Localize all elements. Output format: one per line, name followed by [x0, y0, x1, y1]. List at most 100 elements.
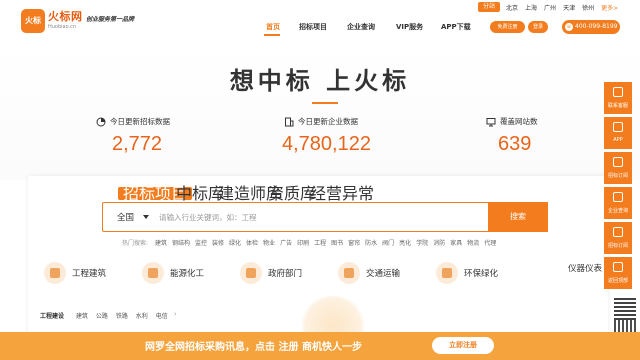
nav-active-underline	[264, 34, 280, 36]
slogan: 创业服务第一品牌	[86, 16, 135, 23]
banner-register-button[interactable]: 立即注册	[432, 337, 494, 354]
sidebar-label: 联系客服	[607, 103, 628, 109]
sidebar-contact-service[interactable]: 联系客服	[604, 82, 632, 114]
hot-keyword[interactable]: 钢结构	[172, 240, 190, 247]
sub-category-row: 工程建设 建筑 公路 铁路 水利 电信	[40, 311, 174, 320]
top-icon	[613, 262, 623, 272]
hot-keyword[interactable]: 绿化	[229, 240, 241, 247]
logo-url: Huobiao.cn	[48, 24, 77, 30]
tab-abnormal-operations[interactable]: 经营异常	[310, 186, 374, 202]
nav-tender-projects[interactable]: 招标项目	[299, 22, 327, 32]
city-link[interactable]: 天津	[563, 3, 575, 12]
hot-searches: 热门搜索: 建筑 钢结构 监控 装修 绿化 体检 物业 广告 印刷 工程 图书 窗帘 防水 阀门 亮化 学院消…	[122, 238, 496, 247]
sidebar-company-search[interactable]: 企业查询	[604, 187, 632, 219]
stat-value: 639	[498, 133, 532, 155]
hot-keyword[interactable]: 图书	[331, 240, 343, 247]
logo-mark[interactable]: 火标	[21, 9, 45, 33]
city-link[interactable]: 广州	[544, 3, 556, 12]
environment-icon	[436, 262, 458, 284]
energy-icon	[142, 262, 164, 284]
hot-keyword[interactable]: 监控	[195, 240, 207, 247]
hot-keyword[interactable]: 消防	[433, 240, 445, 247]
nav-company-search[interactable]: 企业查询	[347, 22, 375, 32]
search-input[interactable]	[159, 209, 479, 225]
chart-icon	[96, 117, 106, 126]
category-transport[interactable]: 交通运输	[338, 262, 400, 284]
phone-icon	[613, 122, 623, 132]
hot-keyword[interactable]: 家具	[450, 240, 462, 247]
hot-keyword[interactable]: 阀门	[382, 240, 394, 247]
nav-vip-service[interactable]: VIP服务	[396, 22, 423, 32]
service-icon	[613, 87, 623, 97]
hero: 想中标 上火标 今日更新招标数据 2,772 今日更新企业数据 4,780,12…	[0, 46, 640, 180]
category-label: 交通运输	[366, 269, 401, 279]
city-badge[interactable]: 分站	[478, 2, 501, 12]
bell-icon	[613, 227, 623, 237]
city-more-link[interactable]: 更多>	[601, 3, 618, 12]
subscribe-icon	[613, 157, 623, 167]
nav-app-download[interactable]: APP下载	[441, 22, 471, 32]
city-link[interactable]: 徐州	[582, 3, 594, 12]
sidebar-label: APP	[613, 137, 623, 143]
floating-sidebar: 联系客服 APP 招标订阅 企业查询 招标订阅 返回顶部	[604, 82, 632, 292]
sidebar-app[interactable]: APP	[604, 117, 632, 149]
phone-hotline[interactable]: ☏ 400-099-8199	[562, 20, 620, 34]
hot-keyword[interactable]: 建筑	[155, 240, 167, 247]
hot-keyword[interactable]: 学院	[416, 240, 428, 247]
chevron-right-icon[interactable]: ›	[174, 310, 177, 318]
hot-keyword[interactable]: 印刷	[297, 240, 309, 247]
sidebar-back-to-top[interactable]: 返回顶部	[604, 257, 632, 289]
sub-category-item[interactable]: 公路	[96, 313, 108, 320]
category-construction[interactable]: 工程建筑	[44, 262, 106, 284]
sub-category-item[interactable]: 电信	[156, 313, 168, 320]
register-banner: 网罗全网招标采购讯息，点击 注册 商机快人一步 立即注册	[0, 332, 640, 360]
city-link[interactable]: 北京	[506, 3, 518, 12]
tab-qualifications[interactable]: 资质库	[268, 186, 316, 202]
stat-websites: 覆盖网站数 639	[486, 116, 538, 156]
hot-keyword[interactable]: 防水	[365, 240, 377, 247]
tab-winning-bids[interactable]: 中标库	[176, 186, 224, 202]
stat-value: 2,772	[112, 133, 163, 155]
nav-home[interactable]: 首页	[266, 22, 280, 32]
login-button[interactable]: 登录	[528, 21, 548, 33]
hot-keyword[interactable]: 工程	[314, 240, 326, 247]
sidebar-subscribe[interactable]: 招标订阅	[604, 152, 632, 184]
region-select[interactable]: 全国	[117, 211, 134, 223]
category-government[interactable]: 政府部门	[240, 262, 302, 284]
category-label: 仪器仪表	[568, 264, 603, 274]
category-row: 工程建筑 能源化工 政府部门 交通运输 环保绿化 仪器仪表	[44, 262, 604, 290]
logo-name[interactable]: 火标网	[48, 8, 83, 24]
hot-search-label: 热门搜索:	[122, 240, 149, 247]
building-icon	[285, 117, 294, 126]
category-instruments[interactable]: 仪器仪表	[562, 262, 602, 274]
hot-keyword[interactable]: 广告	[280, 240, 292, 247]
hot-keyword[interactable]: 物流	[467, 240, 479, 247]
register-button[interactable]: 免费注册	[490, 21, 525, 33]
hot-keyword[interactable]: 亮化	[399, 240, 411, 247]
chevron-down-icon[interactable]	[143, 215, 149, 219]
category-energy[interactable]: 能源化工	[142, 262, 204, 284]
stat-label: 今日更新企业数据	[298, 117, 358, 126]
hot-keyword[interactable]: 物业	[263, 240, 275, 247]
phone-number: 400-099-8199	[575, 23, 618, 30]
search-company-icon	[613, 192, 623, 202]
hot-keyword[interactable]: 体检	[246, 240, 258, 247]
stat-tenders: 今日更新招标数据 2,772	[96, 116, 170, 156]
sidebar-tender-subscribe[interactable]: 招标订阅	[604, 222, 632, 254]
sub-category-item[interactable]: 建筑	[76, 313, 88, 320]
search-button[interactable]: 搜索	[488, 201, 548, 232]
phone-icon: ☏	[565, 23, 573, 31]
header: 火标 火标网 Huobiao.cn 创业服务第一品牌 分站 北京 上海 广州 天…	[0, 0, 640, 46]
sub-category-item[interactable]: 水利	[136, 313, 148, 320]
sub-category-item[interactable]: 铁路	[116, 313, 128, 320]
stat-value: 4,780,122	[282, 133, 371, 155]
construction-icon	[44, 262, 66, 284]
hot-keyword[interactable]: 装修	[212, 240, 224, 247]
category-label: 环保绿化	[464, 269, 499, 279]
category-label: 工程建筑	[72, 269, 107, 279]
category-environment[interactable]: 环保绿化	[436, 262, 498, 284]
category-label: 能源化工	[170, 269, 205, 279]
city-link[interactable]: 上海	[525, 3, 537, 12]
hot-keyword[interactable]: 窗帘	[348, 240, 360, 247]
hot-keyword[interactable]: 代理	[484, 240, 496, 247]
